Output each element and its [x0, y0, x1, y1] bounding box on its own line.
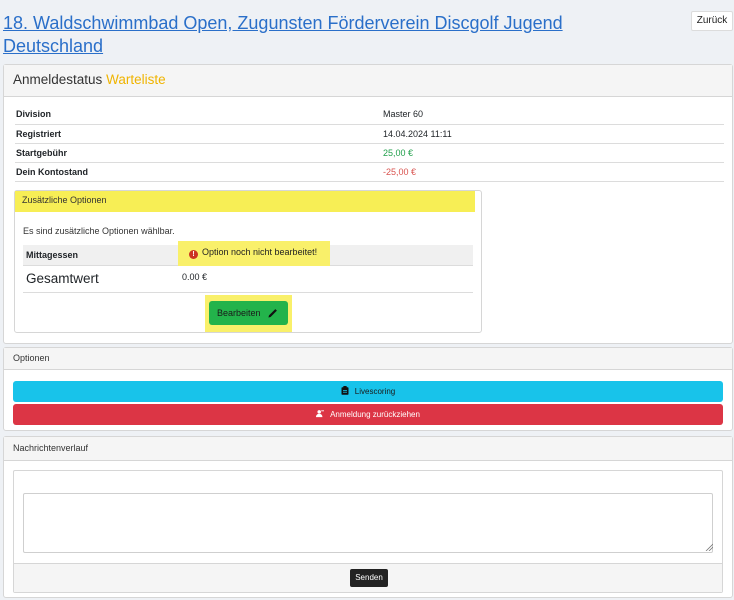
- balance-value: -25,00 €: [382, 162, 724, 182]
- clipboard-icon: [341, 386, 349, 395]
- options-card: Optionen Livescoring Anmeldung zurückzie…: [3, 347, 733, 431]
- table-row: Gesamtwert 0.00 €: [23, 266, 473, 293]
- withdraw-registration-button[interactable]: Anmeldung zurückziehen: [13, 404, 723, 425]
- user-minus-icon: [316, 410, 325, 418]
- resize-handle-icon[interactable]: [705, 543, 713, 551]
- option-name: Mittagessen: [26, 250, 79, 260]
- option-status-badge: ! Option noch nicht bearbeitet!: [178, 241, 331, 266]
- registration-status-card: Anmeldestatus Warteliste Division Master…: [3, 64, 733, 344]
- fee-value: 25,00 €: [382, 143, 724, 163]
- table-row: Dein Kontostand -25,00 €: [15, 162, 724, 182]
- option-status-text: Option noch nicht bearbeitet!: [202, 247, 318, 257]
- table-row: Division Master 60: [15, 105, 724, 125]
- table-row: Startgebühr 25,00 €: [15, 143, 724, 163]
- options-header: Optionen: [4, 348, 732, 370]
- options-table: Mittagessen ! Option noch nicht bearbeite…: [23, 241, 473, 293]
- additional-options-header: Zusätzliche Optionen: [15, 191, 475, 212]
- registration-info-table: Division Master 60 Registriert 14.04.202…: [15, 105, 724, 182]
- message-history-card: Nachrichtenverlauf Senden: [3, 436, 733, 598]
- edit-button[interactable]: Bearbeiten: [209, 301, 288, 325]
- edit-button-label: Bearbeiten: [217, 308, 261, 318]
- registered-label: Registriert: [15, 124, 382, 144]
- message-form-footer: Senden: [14, 563, 722, 592]
- send-button[interactable]: Senden: [350, 569, 388, 587]
- division-label: Division: [15, 105, 382, 125]
- table-row: Mittagessen ! Option noch nicht bearbeite…: [23, 241, 473, 266]
- total-label: Gesamtwert: [26, 271, 99, 286]
- message-history-header: Nachrichtenverlauf: [4, 437, 732, 461]
- back-button[interactable]: Zurück: [691, 11, 733, 31]
- withdraw-label: Anmeldung zurückziehen: [330, 410, 420, 419]
- registered-value: 14.04.2024 11:11: [382, 124, 724, 144]
- table-row: Registriert 14.04.2024 11:11: [15, 124, 724, 144]
- registration-status-header: Anmeldestatus Warteliste: [4, 65, 732, 97]
- fee-label: Startgebühr: [15, 143, 382, 163]
- pencil-icon: [268, 309, 277, 318]
- total-value: 0.00 €: [182, 272, 208, 282]
- division-value: Master 60: [382, 105, 724, 125]
- message-textarea[interactable]: [23, 493, 713, 553]
- message-form: Senden: [13, 470, 723, 593]
- exclamation-circle-icon: !: [189, 250, 198, 259]
- livescoring-label: Livescoring: [354, 387, 396, 396]
- status-title: Anmeldestatus: [13, 72, 103, 87]
- additional-options-description: Es sind zusätzliche Optionen wählbar.: [23, 226, 175, 236]
- page-title[interactable]: 18. Waldschwimmbad Open, Zugunsten Förde…: [3, 12, 643, 58]
- balance-label: Dein Kontostand: [15, 162, 382, 182]
- additional-options-card: Zusätzliche Optionen Es sind zusätzliche…: [14, 190, 482, 333]
- livescoring-button[interactable]: Livescoring: [13, 381, 723, 402]
- status-badge: Warteliste: [106, 72, 166, 87]
